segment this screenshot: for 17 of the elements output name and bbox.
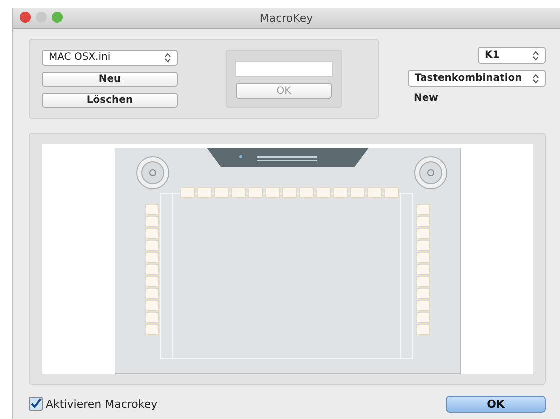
minimize-icon[interactable] xyxy=(36,12,47,23)
window-title: MacroKey xyxy=(260,12,314,24)
confirm-button[interactable]: OK xyxy=(446,396,546,412)
action-value: New xyxy=(413,93,438,104)
key-select[interactable]: K1 xyxy=(478,47,546,64)
close-icon[interactable] xyxy=(20,12,31,23)
name-input[interactable] xyxy=(235,61,333,77)
delete-button[interactable]: Löschen xyxy=(42,92,178,108)
activate-checkbox[interactable] xyxy=(29,397,43,411)
zoom-icon[interactable] xyxy=(52,12,63,23)
updown-icon xyxy=(533,74,539,84)
activate-label: Aktivieren Macrokey xyxy=(46,398,158,410)
updown-icon xyxy=(165,52,171,63)
updown-icon xyxy=(533,50,539,60)
action-select[interactable]: Tastenkombination xyxy=(408,70,546,87)
profile-select[interactable]: MAC OSX.ini xyxy=(42,50,178,66)
new-button[interactable]: Neu xyxy=(42,72,178,87)
